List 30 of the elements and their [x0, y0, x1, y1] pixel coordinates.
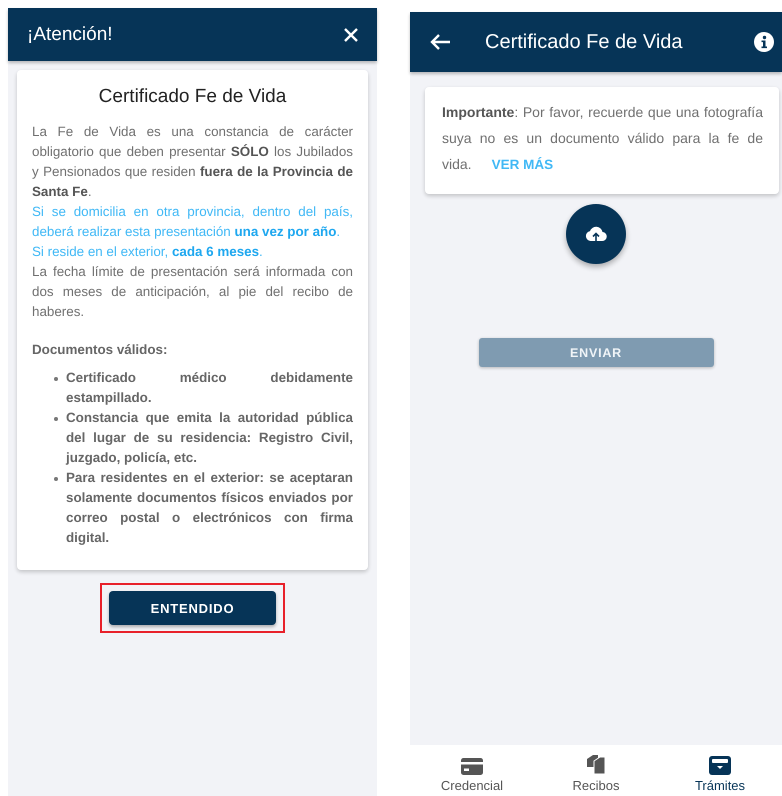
screen-title: Certificado Fe de Vida [485, 30, 684, 54]
back-button[interactable] [429, 33, 451, 51]
nav-tab[interactable]: Credencial [410, 745, 534, 796]
dialog-title: ¡Atención! [27, 24, 114, 46]
notice-text: Importante: Por favor, recuerde que una fotografía suya no es un documento válido para la fe de vida. VER MÁS [442, 103, 763, 174]
close-icon [343, 26, 359, 42]
info-icon [754, 32, 774, 52]
info-button[interactable] [754, 32, 774, 52]
inbox-icon [709, 756, 731, 775]
bullet-icon [54, 377, 58, 381]
back-arrow-icon [429, 33, 451, 51]
nav-tab[interactable]: Trámites [658, 745, 782, 796]
documents-icon [586, 753, 606, 775]
bullet-icon [54, 477, 58, 481]
list-item: Constancia que emita la autoridad pública del lugar de su residencia: Registro Civil, juzgado, policía, etc. [66, 409, 353, 467]
card-title: Certificado Fe de Vida [98, 86, 288, 108]
paragraph: La Fe de Vida es una constancia de carácter obligatorio que deben presentar SÓLO los Jubilados y Pensionados que residen fuera de la Provincia de Santa Fe. [32, 123, 353, 201]
upload-button[interactable] [566, 204, 626, 264]
documents-heading: Documentos válidos: [32, 342, 168, 357]
confirm-button[interactable]: ENTENDIDO [109, 591, 276, 625]
paragraph: Si se domicilia en otra provincia, dentro del país, deberá realizar esta presentación una vez por año. [32, 203, 353, 241]
nav-tab[interactable]: Recibos [534, 745, 658, 796]
cloud-upload-icon [585, 225, 607, 243]
paragraph: La fecha límite de presentación será informada con dos meses de anticipación, al pie del recibo de haberes. [32, 263, 353, 321]
list-item: Certificado médico debidamente estampillado. [66, 369, 353, 407]
list-item: Para residentes en el exterior: se aceptaran solamente documentos físicos enviados por correo postal o electrónicos con firma digital. [66, 469, 353, 547]
bullet-icon [54, 417, 58, 421]
paragraph: Si reside en el exterior, cada 6 meses. [32, 243, 264, 261]
card-icon [461, 758, 483, 775]
close-button[interactable] [343, 26, 359, 42]
